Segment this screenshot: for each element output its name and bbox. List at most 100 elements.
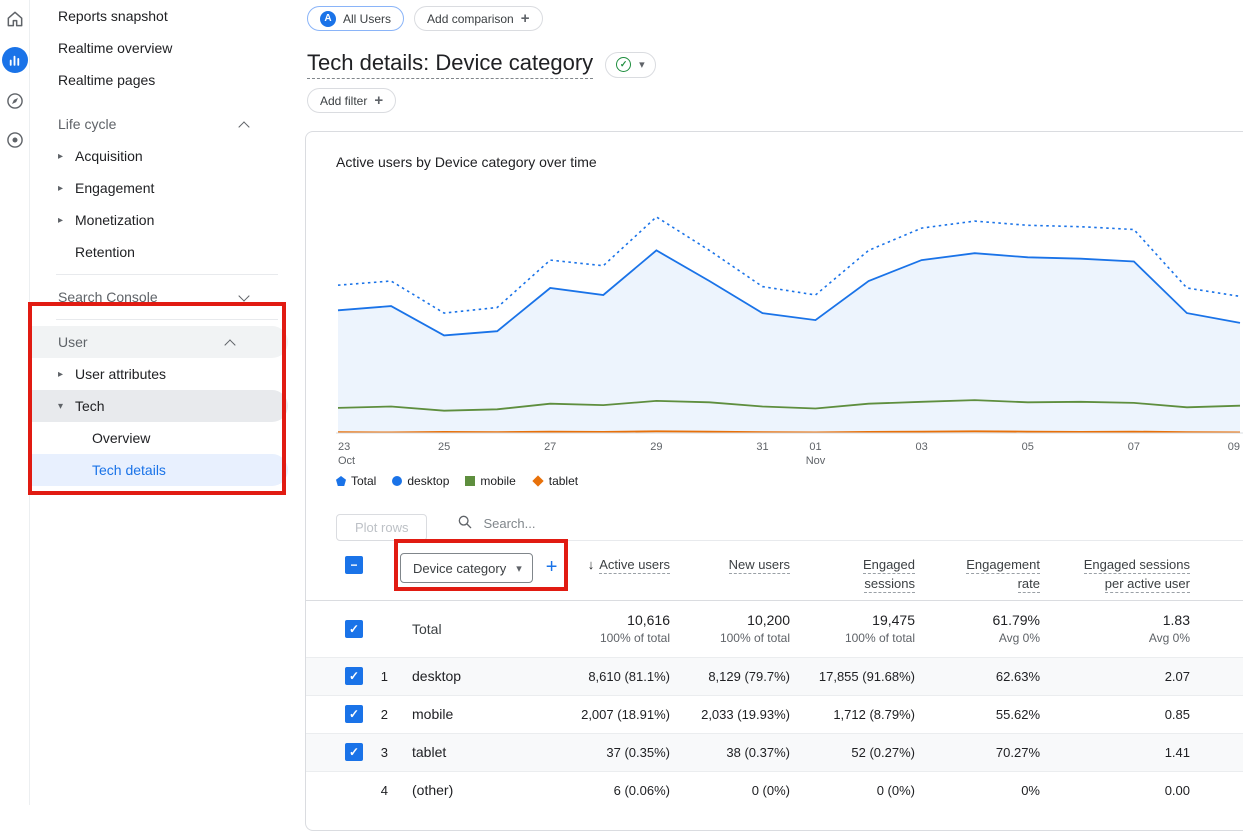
tablet-series-marker-icon — [532, 475, 543, 486]
sidebar-item-acquisition[interactable]: ▸ Acquisition — [30, 140, 302, 172]
section-label: User — [58, 334, 88, 350]
chip-label: Add comparison — [427, 12, 514, 26]
row-checkbox[interactable]: ✓ — [345, 743, 363, 761]
legend-label: tablet — [549, 474, 578, 488]
total-value: 61.79% — [925, 612, 1040, 628]
sidebar-item-tech[interactable]: ▾ Tech — [30, 390, 288, 422]
row-index: 1 — [370, 657, 396, 695]
svg-text:27: 27 — [544, 441, 556, 453]
sidebar-item-realtime-pages[interactable]: Realtime pages — [30, 64, 302, 96]
app-root: Reports snapshot Realtime overview Realt… — [0, 0, 1243, 805]
sidebar-section-search-console[interactable]: Search Console — [30, 281, 302, 313]
cell-value: 2.07 — [1050, 657, 1200, 695]
cell-value: 0 (0%) — [800, 771, 925, 809]
table-controls: Plot rows — [306, 514, 1243, 541]
chevron-down-icon — [238, 290, 249, 301]
triangle-right-icon: ▸ — [58, 151, 75, 162]
reports-icon[interactable] — [2, 47, 28, 73]
column-label: Engaged sessions per active user — [1084, 557, 1190, 593]
audience-badge-icon: A — [320, 11, 336, 27]
total-value: 1.83 — [1050, 612, 1190, 628]
total-sub: Avg 0% — [1050, 631, 1190, 645]
sidebar-item-reports-snapshot[interactable]: Reports snapshot — [30, 0, 302, 32]
column-header-engaged-sessions[interactable]: Engaged sessions — [845, 556, 915, 594]
page-title[interactable]: Tech details: Device category — [307, 50, 593, 79]
cell-value: 0.85 — [1050, 695, 1200, 733]
total-series-marker-icon — [336, 476, 346, 486]
sidebar-item-user-attributes[interactable]: ▸ User attributes — [30, 358, 302, 390]
desktop-series-marker-icon — [392, 476, 402, 486]
row-checkbox[interactable]: ✓ — [345, 667, 363, 685]
table-total-row: ✓ Total 10,616100% of total 10,200100% o… — [306, 600, 1243, 657]
plot-rows-button[interactable]: Plot rows — [336, 514, 427, 541]
legend-item-mobile[interactable]: mobile — [465, 474, 515, 488]
svg-text:Oct: Oct — [338, 455, 355, 467]
cell-value: 38 (0.37%) — [680, 733, 800, 771]
plus-icon: + — [374, 92, 383, 109]
dimension-selector-dropdown[interactable]: Device category ▾ — [400, 553, 533, 583]
sidebar-divider — [56, 319, 278, 320]
main-content: A All Users Add comparison + Tech detail… — [302, 0, 1243, 805]
table-row: ✓ 2 mobile 2,007 (18.91%) 2,033 (19.93%)… — [306, 695, 1243, 733]
section-label: Life cycle — [58, 116, 116, 132]
column-label: Engagement rate — [966, 557, 1040, 593]
cell-value: 0 (0%) — [680, 771, 800, 809]
sidebar-section-life-cycle[interactable]: Life cycle — [30, 108, 302, 140]
sidebar-item-realtime-overview[interactable]: Realtime overview — [30, 32, 302, 64]
add-dimension-button[interactable]: + — [546, 556, 558, 579]
sidebar-item-tech-details[interactable]: Tech details — [30, 454, 288, 486]
select-all-checkbox[interactable]: − — [345, 556, 363, 574]
report-table: − Device category ▾ + ↓ Active us — [306, 543, 1243, 809]
cell-value: 6 (0.06%) — [570, 771, 680, 809]
report-status-pill[interactable]: ✓ ▾ — [605, 52, 656, 78]
column-header-engagement-rate[interactable]: Engagement rate — [945, 556, 1040, 594]
column-label: Active users — [599, 557, 670, 574]
add-filter-chip[interactable]: Add filter + — [307, 88, 396, 113]
legend-item-desktop[interactable]: desktop — [392, 474, 449, 488]
row-checkbox[interactable]: ✓ — [345, 620, 363, 638]
timeseries-chart[interactable]: 23Oct2527293101Nov03050709 — [336, 188, 1243, 468]
search-input[interactable] — [483, 516, 803, 531]
cell-value: 2,033 (19.93%) — [680, 695, 800, 733]
add-comparison-chip[interactable]: Add comparison + — [414, 6, 542, 31]
cell-value: 0.00 — [1050, 771, 1200, 809]
nav-rail — [0, 0, 30, 805]
sidebar-item-retention[interactable]: Retention — [30, 236, 302, 268]
explore-icon[interactable] — [4, 90, 26, 112]
column-header-new-users[interactable]: New users — [680, 556, 790, 575]
section-label: Search Console — [58, 289, 158, 305]
sidebar-item-label: Acquisition — [75, 148, 143, 164]
sidebar-item-tech-overview[interactable]: Overview — [30, 422, 302, 454]
column-header-active-users[interactable]: ↓ Active users — [570, 556, 670, 575]
total-sub: Avg 0% — [925, 631, 1040, 645]
table-search[interactable] — [457, 514, 1243, 541]
legend-item-total[interactable]: Total — [336, 474, 376, 488]
row-checkbox[interactable]: ✓ — [345, 705, 363, 723]
cell-value: 0% — [925, 771, 1050, 809]
sidebar-section-user[interactable]: User — [30, 326, 288, 358]
advertising-icon[interactable] — [4, 129, 26, 151]
cell-value: 17,855 (91.68%) — [800, 657, 925, 695]
home-icon[interactable] — [4, 8, 26, 30]
check-icon: ✓ — [349, 746, 359, 758]
cell-value: 70.27% — [925, 733, 1050, 771]
check-circle-icon: ✓ — [616, 57, 631, 72]
table-row: ✓ 3 tablet 37 (0.35%) 38 (0.37%) 52 (0.2… — [306, 733, 1243, 771]
svg-text:05: 05 — [1022, 441, 1034, 453]
all-users-chip[interactable]: A All Users — [307, 6, 404, 31]
cell-value: 1.41 — [1050, 733, 1200, 771]
sidebar-item-monetization[interactable]: ▸ Monetization — [30, 204, 302, 236]
svg-text:03: 03 — [915, 441, 927, 453]
total-sub: 100% of total — [570, 631, 670, 645]
column-header-engaged-sessions-per-active-user[interactable]: Engaged sessions per active user — [1065, 556, 1190, 594]
row-index: 3 — [370, 733, 396, 771]
legend-item-tablet[interactable]: tablet — [532, 474, 578, 488]
chevron-up-icon — [224, 339, 235, 350]
cell-value: 55.62% — [925, 695, 1050, 733]
sidebar-item-engagement[interactable]: ▸ Engagement — [30, 172, 302, 204]
total-value: 10,616 — [570, 612, 670, 628]
table-row: 4 (other) 6 (0.06%) 0 (0%) 0 (0%) 0% 0.0… — [306, 771, 1243, 809]
svg-text:31: 31 — [756, 441, 768, 453]
total-label: Total — [396, 600, 570, 657]
row-dimension-value: desktop — [396, 657, 570, 695]
